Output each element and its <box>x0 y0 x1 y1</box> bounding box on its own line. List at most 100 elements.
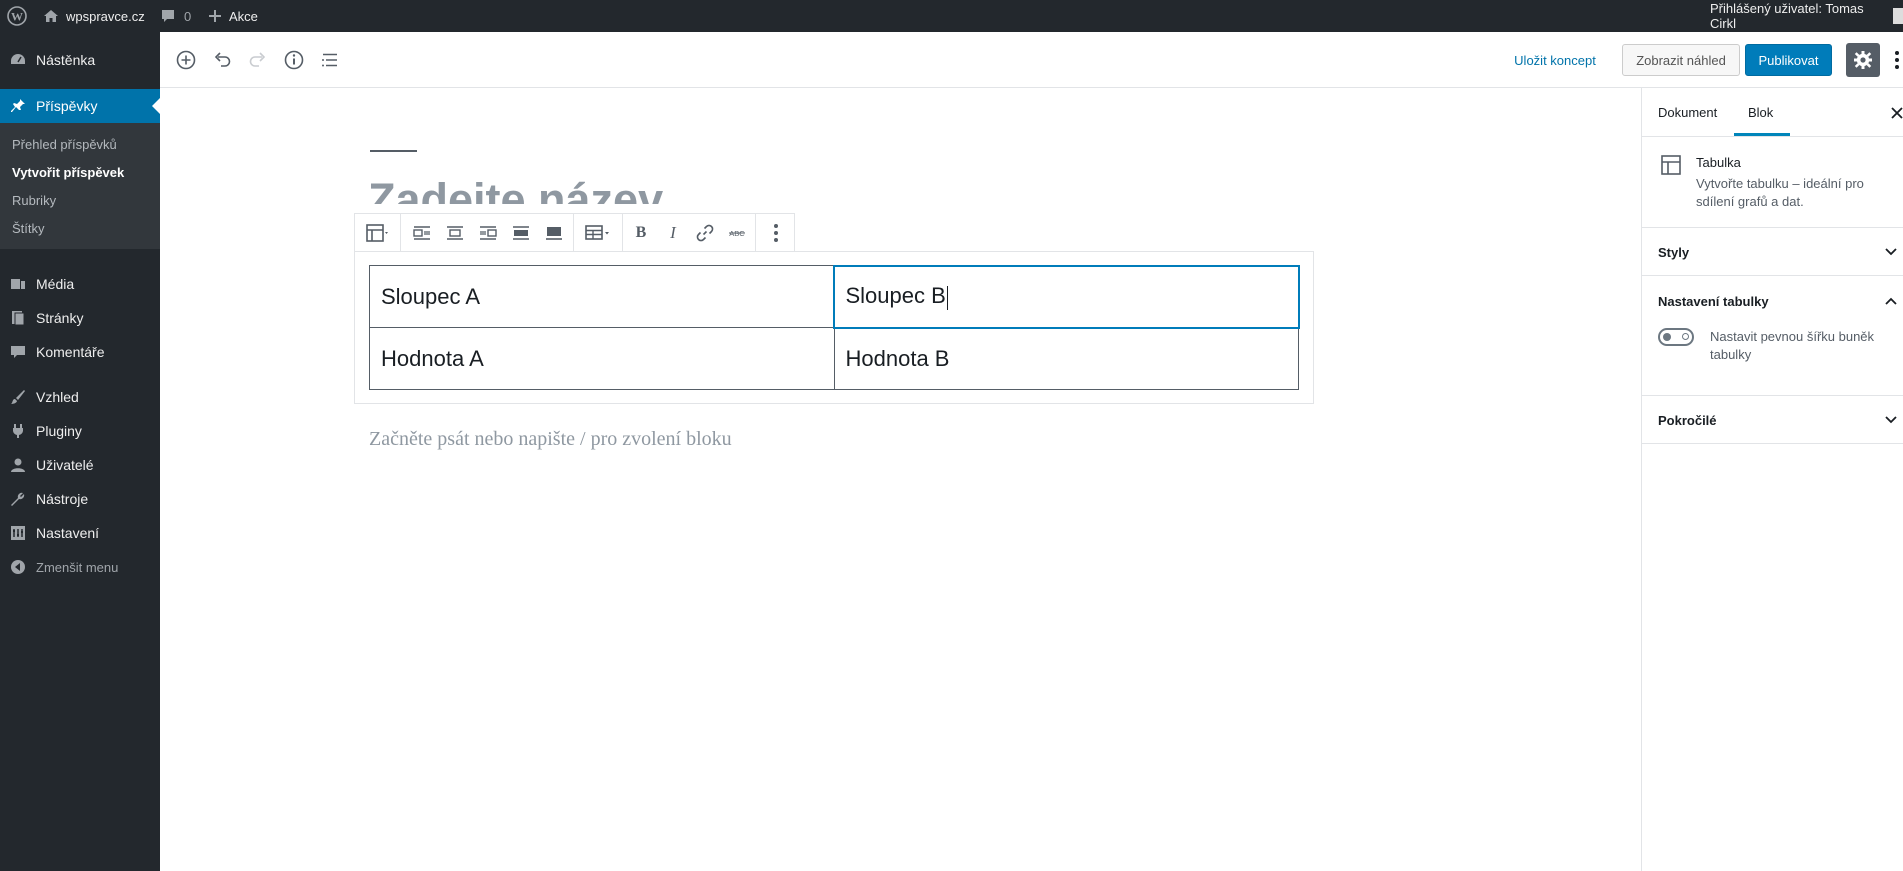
menu-item-media[interactable]: Média <box>0 267 160 301</box>
advanced-panel[interactable]: Pokročilé <box>1642 396 1903 444</box>
block-navigation-icon[interactable] <box>318 48 342 72</box>
strikethrough-button[interactable]: ABC <box>723 214 751 251</box>
toolbar-divider <box>573 214 574 251</box>
add-block-icon[interactable] <box>174 48 198 72</box>
admin-bar: W wpspravce.cz 0 Akce Přihlášený uživate… <box>0 0 1903 32</box>
menu-label-dashboard: Nástěnka <box>36 52 96 68</box>
info-icon[interactable] <box>282 48 306 72</box>
menu-item-tools[interactable]: Nástroje <box>0 482 160 516</box>
more-options-icon[interactable] <box>1893 48 1901 72</box>
site-name: wpspravce.cz <box>66 8 145 24</box>
submenu-all-posts[interactable]: Přehled příspěvků <box>12 137 117 152</box>
submenu-categories[interactable]: Rubriky <box>12 193 56 208</box>
align-right-button[interactable] <box>473 214 503 251</box>
menu-item-comments[interactable]: Komentáře <box>0 335 160 369</box>
table-row: Sloupec A Sloupec B <box>369 264 1300 329</box>
undo-icon[interactable] <box>210 48 234 72</box>
tab-block[interactable]: Blok <box>1748 105 1773 120</box>
menu-item-dashboard[interactable]: Nástěnka <box>0 43 160 77</box>
editor-canvas <box>160 88 1641 871</box>
styles-panel[interactable]: Styly <box>1642 228 1903 276</box>
menu-item-appearance[interactable]: Vzhled <box>0 380 160 414</box>
site-home-link[interactable]: wpspravce.cz <box>42 0 145 32</box>
pages-icon <box>12 311 25 326</box>
block-title: Tabulka <box>1696 155 1741 170</box>
close-icon[interactable] <box>1890 106 1903 120</box>
sidebar-tabs: Dokument Blok <box>1642 88 1903 137</box>
bold-button[interactable]: B <box>627 214 655 251</box>
menu-label-media: Média <box>36 276 75 292</box>
save-draft-button[interactable]: Uložit koncept <box>1505 44 1605 76</box>
preview-button[interactable]: Zobrazit náhled <box>1622 44 1740 76</box>
table-cell[interactable]: Sloupec A <box>369 265 835 328</box>
align-left-button[interactable] <box>407 214 437 251</box>
more-block-options-button[interactable] <box>760 214 792 251</box>
full-width-icon <box>546 226 562 240</box>
admin-sidebar-menu: Nástěnka Příspěvky Přehled příspěvků Vyt… <box>0 32 160 871</box>
menu-item-posts[interactable]: Příspěvky <box>0 89 160 123</box>
table-settings-panel: Nastavení tabulky Nastavit pevnou šířku … <box>1642 276 1903 396</box>
align-center-button[interactable] <box>440 214 470 251</box>
menu-label-appearance: Vzhled <box>36 389 79 405</box>
menu-label-posts: Příspěvky <box>36 98 98 114</box>
menu-item-settings[interactable]: Nastavení <box>0 516 160 550</box>
account-link[interactable]: Přihlášený uživatel: Tomas Cirkl <box>1710 0 1903 32</box>
full-width-button[interactable] <box>539 214 569 251</box>
user-icon <box>11 458 25 472</box>
menu-label-plugins: Pluginy <box>36 423 82 439</box>
cell-text: Sloupec B <box>845 283 946 309</box>
submenu-add-new-post[interactable]: Vytvořit příspěvek <box>12 165 124 180</box>
comments-count: 0 <box>184 8 192 24</box>
fixed-width-label: Nastavit pevnou šířku buněk tabulky <box>1710 329 1875 362</box>
wordpress-logo-icon[interactable]: W <box>7 0 27 32</box>
table-cell-active[interactable]: Sloupec B <box>833 264 1300 329</box>
fixed-width-toggle[interactable] <box>1658 328 1694 346</box>
redo-icon[interactable] <box>246 48 270 72</box>
wide-width-icon <box>513 225 529 240</box>
table-block-icon <box>1661 155 1681 175</box>
block-type-switcher[interactable] <box>359 214 395 251</box>
comments-link[interactable]: 0 <box>160 0 191 32</box>
comments-icon <box>11 346 25 358</box>
block-toolbar: B I ABC <box>354 213 795 252</box>
menu-item-pages[interactable]: Stránky <box>0 301 160 335</box>
publish-button[interactable]: Publikovat <box>1745 44 1832 76</box>
tab-document[interactable]: Dokument <box>1658 105 1717 120</box>
plus-icon <box>209 10 221 22</box>
toggle-knob <box>1663 333 1671 341</box>
settings-toggle-button[interactable] <box>1846 43 1880 77</box>
avatar <box>1893 8 1903 24</box>
settings-sidebar: Dokument Blok Tabulka Vytvořte tabulku –… <box>1641 88 1903 871</box>
new-content-label: Akce <box>229 8 258 24</box>
menu-label-users: Uživatelé <box>36 457 94 473</box>
menu-item-plugins[interactable]: Pluginy <box>0 414 160 448</box>
table-cell[interactable]: Hodnota B <box>833 327 1299 390</box>
collapse-menu-button[interactable]: Zmenšit menu <box>0 550 160 584</box>
toggle-off-indicator <box>1682 333 1689 340</box>
styles-panel-title: Styly <box>1658 245 1690 260</box>
post-title-input[interactable]: Zadejte název <box>368 172 663 204</box>
table-row: Hodnota A Hodnota B <box>369 327 1299 390</box>
new-content-link[interactable]: Akce <box>208 0 258 32</box>
wide-width-button[interactable] <box>506 214 536 251</box>
active-tab-indicator <box>1734 133 1790 136</box>
toolbar-divider <box>400 214 401 251</box>
user-greeting: Přihlášený uživatel: Tomas Cirkl <box>1710 1 1864 31</box>
italic-button[interactable]: I <box>659 214 687 251</box>
submenu-tags[interactable]: Štítky <box>12 221 45 236</box>
table-block: Sloupec A Sloupec B Hodnota A Hodnota B <box>369 264 1300 390</box>
edit-table-button[interactable] <box>578 214 618 251</box>
block-description: Vytvořte tabulku – ideální pro sdílení g… <box>1696 176 1864 209</box>
link-icon <box>696 224 714 241</box>
paragraph-placeholder[interactable]: Začněte psát nebo napište / pro zvolení … <box>369 428 732 451</box>
menu-item-users[interactable]: Uživatelé <box>0 448 160 482</box>
table-cell[interactable]: Hodnota A <box>369 327 835 390</box>
active-menu-arrow <box>152 98 160 114</box>
link-button[interactable] <box>691 214 719 251</box>
chevron-down-icon <box>1885 248 1897 256</box>
table-settings-title[interactable]: Nastavení tabulky <box>1658 294 1769 309</box>
chevron-up-icon[interactable] <box>1884 295 1898 307</box>
align-center-icon <box>447 225 463 240</box>
block-card: Tabulka Vytvořte tabulku – ideální pro s… <box>1642 138 1903 228</box>
strikethrough-icon: ABC <box>729 229 745 238</box>
